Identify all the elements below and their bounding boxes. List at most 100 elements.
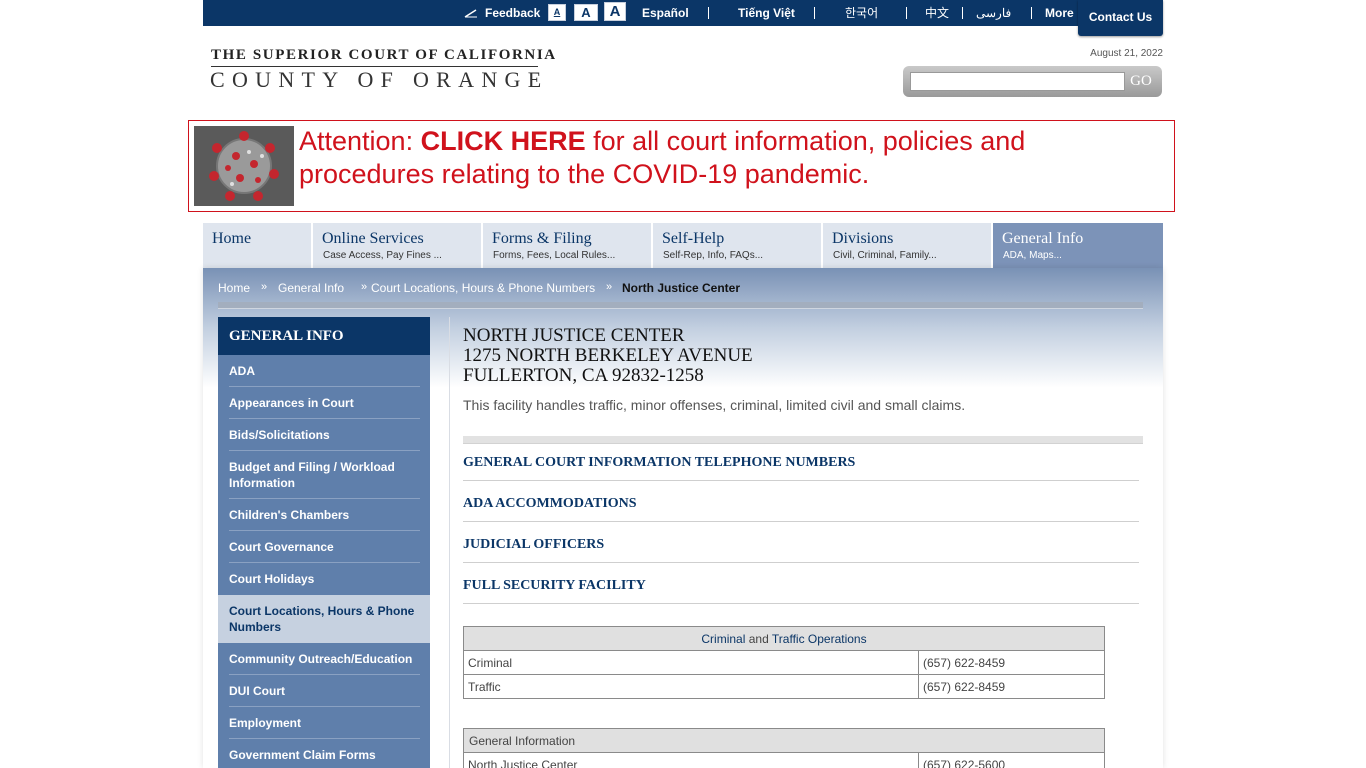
- tab-divisions[interactable]: Divisions Civil, Criminal, Family...: [823, 223, 991, 268]
- tab-forms-filing-title: Forms & Filing: [492, 230, 592, 247]
- sidebar-menu: ADA Appearances in Court Bids/Solicitati…: [218, 355, 430, 768]
- breadcrumb-underline: [218, 302, 1143, 309]
- sidebar-item-bids[interactable]: Bids/Solicitations: [218, 419, 430, 451]
- language-spanish-link[interactable]: Español: [642, 0, 689, 26]
- feedback-link[interactable]: Feedback: [485, 0, 540, 26]
- tab-general-info-sub: ADA, Maps...: [1003, 250, 1062, 261]
- tab-self-help-title: Self-Help: [662, 230, 725, 247]
- sidebar-item-label: Employment: [229, 716, 302, 730]
- current-date: August 21, 2022: [1090, 48, 1163, 59]
- traffic-operations-link[interactable]: Traffic Operations: [772, 632, 867, 646]
- sidebar-item-court-holidays[interactable]: Court Holidays: [218, 563, 430, 595]
- sidebar-item-label: DUI Court: [229, 684, 285, 698]
- tab-divisions-title: Divisions: [832, 230, 894, 247]
- coronavirus-image: [194, 126, 294, 206]
- breadcrumb-current: North Justice Center: [622, 281, 741, 295]
- sidebar-item-dui-court[interactable]: DUI Court: [218, 675, 430, 707]
- table-row: North Justice Center (657) 622-5600: [463, 752, 1105, 768]
- accordion-title: JUDICIAL OFFICERS: [463, 537, 605, 552]
- sidebar-item-label: Court Locations, Hours & Phone Numbers: [229, 604, 415, 634]
- criminal-link[interactable]: Criminal: [701, 632, 745, 646]
- sidebar-item-label: Appearances in Court: [229, 396, 354, 410]
- facility-address: NORTH JUSTICE CENTER 1275 NORTH BERKELEY…: [463, 326, 753, 386]
- facility-name: NORTH JUSTICE CENTER: [463, 325, 685, 346]
- sidebar-item-label: Children's Chambers: [229, 508, 350, 522]
- breadcrumb-court-locations[interactable]: Court Locations, Hours & Phone Numbers: [371, 281, 595, 295]
- sidebar-heading: GENERAL INFO: [218, 317, 430, 355]
- sidebar-item-budget[interactable]: Budget and Filing / Workload Information: [218, 451, 430, 499]
- sidebar-item-community-outreach[interactable]: Community Outreach/Education: [218, 643, 430, 675]
- language-farsi-link[interactable]: فارسی: [976, 0, 1011, 26]
- sidebar-item-employment[interactable]: Employment: [218, 707, 430, 739]
- sidebar-item-appearances[interactable]: Appearances in Court: [218, 387, 430, 419]
- table-row: Criminal (657) 622-8459: [463, 650, 1105, 675]
- covid-alert-banner[interactable]: Attention: CLICK HERE for all court info…: [188, 120, 1175, 212]
- row-phone: (657) 622-5600: [918, 752, 1105, 768]
- language-chinese-link[interactable]: 中文: [925, 0, 949, 26]
- breadcrumb-home[interactable]: Home: [218, 281, 250, 295]
- sidebar-item-label: ADA: [229, 364, 255, 378]
- sidebar-item-label: Court Holidays: [229, 572, 315, 586]
- column-divider: [449, 317, 450, 768]
- divider: [906, 7, 907, 19]
- accordion-judicial-officers[interactable]: JUDICIAL OFFICERS: [463, 522, 1139, 563]
- table-header: General Information: [463, 728, 1105, 753]
- accordion-general-court-phones[interactable]: GENERAL COURT INFORMATION TELEPHONE NUMB…: [463, 440, 1139, 481]
- tab-general-info-title: General Info: [1002, 230, 1084, 247]
- table-row: Traffic (657) 622-8459: [463, 674, 1105, 699]
- accordion-title: GENERAL COURT INFORMATION TELEPHONE NUMB…: [463, 455, 856, 470]
- search-go-button[interactable]: GO: [1126, 70, 1156, 92]
- divider: [814, 7, 815, 19]
- logo-county-name[interactable]: COUNTY OF ORANGE: [210, 67, 548, 93]
- language-korean-link[interactable]: 한국어: [845, 0, 878, 26]
- breadcrumb-separator: »: [606, 281, 613, 293]
- sidebar-item-label: Community Outreach/Education: [229, 652, 413, 666]
- tab-forms-filing[interactable]: Forms & Filing Forms, Fees, Local Rules.…: [483, 223, 651, 268]
- sidebar-item-label: Government Claim Forms: [229, 748, 376, 762]
- tab-online-services[interactable]: Online Services Case Access, Pay Fines .…: [313, 223, 481, 268]
- row-label: Traffic: [463, 674, 919, 699]
- sidebar-item-label: Court Governance: [229, 540, 334, 554]
- logo-court-name[interactable]: THE SUPERIOR COURT OF CALIFORNIA: [211, 47, 557, 64]
- row-label: Criminal: [463, 650, 919, 675]
- accordion-title: FULL SECURITY FACILITY: [463, 578, 646, 593]
- contact-us-button[interactable]: Contact Us: [1078, 0, 1163, 36]
- accordion-title: ADA ACCOMMODATIONS: [463, 496, 637, 511]
- sidebar-item-court-governance[interactable]: Court Governance: [218, 531, 430, 563]
- tab-general-info[interactable]: General Info ADA, Maps...: [993, 223, 1163, 268]
- pencil-icon: [464, 9, 477, 18]
- accordion-ada-accommodations[interactable]: ADA ACCOMMODATIONS: [463, 481, 1139, 522]
- divider: [708, 7, 709, 19]
- facility-city: FULLERTON, CA 92832-1258: [463, 365, 704, 386]
- sidebar-item-court-locations[interactable]: Court Locations, Hours & Phone Numbers: [218, 595, 430, 643]
- tab-divisions-sub: Civil, Criminal, Family...: [833, 250, 937, 261]
- sidebar-item-label: Bids/Solicitations: [229, 428, 330, 442]
- font-size-medium-button[interactable]: A: [574, 4, 598, 21]
- click-here-link[interactable]: CLICK HERE: [421, 126, 586, 156]
- font-size-large-button[interactable]: A: [604, 2, 626, 21]
- tab-self-help[interactable]: Self-Help Self-Rep, Info, FAQs...: [653, 223, 821, 268]
- breadcrumb-general-info[interactable]: General Info: [278, 281, 344, 295]
- breadcrumb-separator: »: [261, 281, 268, 293]
- sidebar-item-government-claim-forms[interactable]: Government Claim Forms: [218, 739, 430, 768]
- more-languages-link[interactable]: More: [1045, 0, 1074, 26]
- divider: [962, 7, 963, 19]
- divider: [1031, 7, 1032, 19]
- tab-home-title: Home: [212, 230, 252, 247]
- search-input[interactable]: [910, 72, 1125, 91]
- sidebar-item-label: Budget and Filing / Workload Information: [229, 460, 395, 490]
- tab-online-services-title: Online Services: [322, 230, 424, 247]
- page: Feedback A A A Español Tiếng Việt 한국어 中文…: [0, 0, 1366, 768]
- table-header: Criminal and Traffic Operations: [463, 626, 1105, 651]
- font-size-small-button[interactable]: A: [548, 4, 566, 21]
- accordion-full-security-facility[interactable]: FULL SECURITY FACILITY: [463, 563, 1139, 604]
- sidebar-item-ada[interactable]: ADA: [218, 355, 430, 387]
- tab-home[interactable]: Home: [203, 223, 311, 268]
- table-header-row: General Information: [463, 728, 1105, 753]
- breadcrumb-separator: »: [361, 281, 368, 293]
- table-header-row: Criminal and Traffic Operations: [463, 626, 1105, 651]
- covid-alert-text: Attention: CLICK HERE for all court info…: [299, 125, 1159, 191]
- row-phone: (657) 622-8459: [918, 674, 1105, 699]
- language-vietnamese-link[interactable]: Tiếng Việt: [738, 0, 795, 26]
- sidebar-item-childrens-chambers[interactable]: Children's Chambers: [218, 499, 430, 531]
